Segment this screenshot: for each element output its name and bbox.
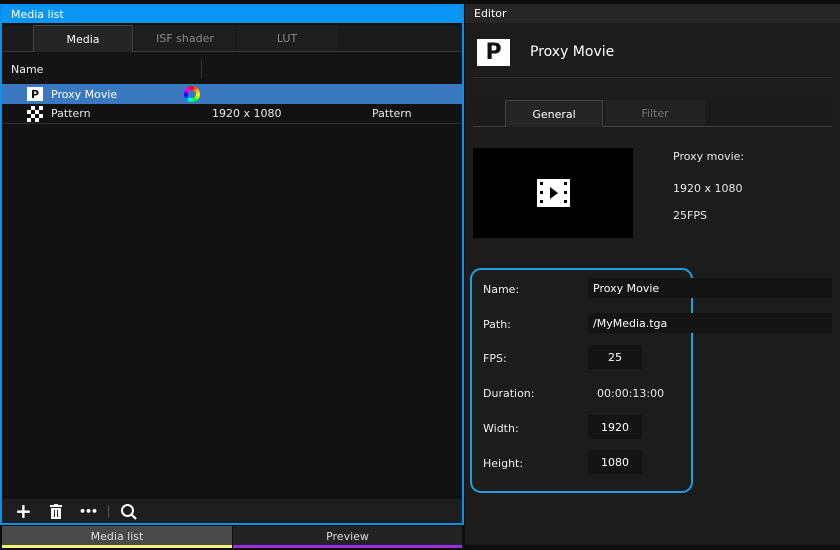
- media-toolbar: [2, 499, 462, 523]
- media-row-proxy-movie[interactable]: P Proxy Movie: [2, 84, 462, 104]
- tab-lut[interactable]: LUT: [237, 25, 337, 51]
- bottom-tab-preview[interactable]: Preview: [233, 526, 462, 548]
- proxy-movie-icon: P: [477, 39, 510, 66]
- fps-field[interactable]: 25: [588, 345, 642, 369]
- name-field[interactable]: Proxy Movie: [588, 278, 832, 298]
- row-type: Pattern: [372, 107, 412, 120]
- media-title: Proxy Movie: [530, 44, 615, 60]
- editor-title: Editor: [465, 4, 840, 23]
- column-header: Name: [2, 53, 462, 85]
- tab-filter[interactable]: Filter: [605, 100, 705, 126]
- tab-general[interactable]: General: [505, 100, 603, 127]
- info-fps: 25FPS: [673, 209, 707, 222]
- media-row-pattern[interactable]: Pattern 1920 x 1080 Pattern: [2, 104, 462, 124]
- fps-label: FPS:: [483, 352, 507, 365]
- name-label: Name:: [483, 283, 520, 296]
- width-label: Width:: [483, 422, 519, 435]
- path-label: Path:: [483, 318, 511, 331]
- trash-icon[interactable]: [50, 504, 62, 519]
- film-play-icon: [537, 179, 570, 210]
- bottom-tab-media-list[interactable]: Media list: [2, 526, 232, 548]
- info-resolution: 1920 x 1080: [673, 182, 743, 195]
- add-button[interactable]: +: [15, 501, 32, 521]
- checker-pattern-icon: [27, 105, 43, 122]
- duration-value: 00:00:13:00: [597, 387, 665, 400]
- more-button[interactable]: •••: [79, 505, 98, 518]
- row-name: Pattern: [51, 107, 91, 120]
- column-name[interactable]: Name: [11, 63, 43, 76]
- color-wheel-icon: [184, 86, 200, 102]
- column-divider: [201, 59, 202, 79]
- row-name: Proxy Movie: [51, 87, 118, 101]
- search-icon[interactable]: [120, 503, 138, 524]
- toolbar-divider: [108, 505, 109, 517]
- editor-tabs: General Filter: [473, 100, 832, 127]
- media-thumbnail: [473, 148, 633, 238]
- media-list-panel: Media list Media ISF shader LUT Name P P…: [0, 4, 464, 525]
- info-kind: Proxy movie:: [673, 150, 745, 163]
- width-field[interactable]: 1920: [588, 415, 642, 439]
- proxy-movie-icon: P: [27, 87, 43, 101]
- divider: [473, 77, 832, 78]
- tab-isf-shader[interactable]: ISF shader: [135, 25, 235, 51]
- row-resolution: 1920 x 1080: [212, 107, 282, 120]
- height-label: Height:: [483, 457, 524, 470]
- tab-media[interactable]: Media: [33, 25, 133, 52]
- duration-label: Duration:: [483, 387, 535, 400]
- media-tabs: Media ISF shader LUT: [2, 25, 462, 52]
- height-field[interactable]: 1080: [588, 450, 642, 474]
- path-field[interactable]: /MyMedia.tga: [588, 313, 832, 333]
- panel-title: Media list: [2, 6, 462, 23]
